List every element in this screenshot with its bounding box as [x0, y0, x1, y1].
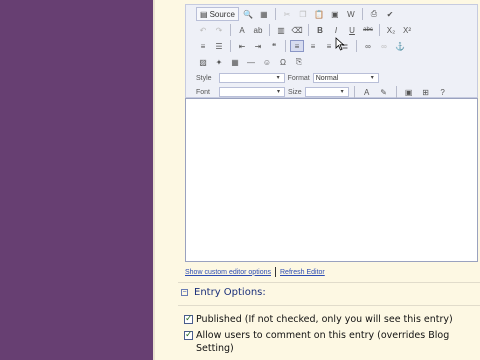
- font-select[interactable]: ▾: [219, 87, 286, 97]
- toolbar-separator: [308, 24, 309, 36]
- size-label: Size: [288, 88, 302, 96]
- underline-button[interactable]: U: [345, 24, 359, 36]
- horizontal-rule-icon[interactable]: ―: [244, 56, 258, 68]
- entry-options-title: Entry Options:: [194, 287, 266, 298]
- toolbar-separator: [361, 8, 363, 20]
- smiley-icon[interactable]: ☺: [260, 56, 274, 68]
- toolbar-row-1: ▤ Source 🔍 ▦ ✂ ❐ 📋 ▣ W ⎙ ✔: [196, 7, 397, 21]
- mouse-cursor-icon: [335, 37, 345, 51]
- chevron-down-icon: ▾: [277, 89, 281, 95]
- editor-text-area[interactable]: [185, 98, 478, 262]
- toolbar-separator: [379, 24, 380, 36]
- published-option: Published (If not checked, only you will…: [184, 313, 476, 326]
- about-icon[interactable]: ?: [436, 86, 450, 98]
- chevron-down-icon: ▾: [276, 75, 280, 81]
- indent-icon[interactable]: ⇥: [251, 40, 265, 52]
- find-icon[interactable]: A: [235, 24, 249, 36]
- link-separator: [275, 267, 276, 277]
- copy-icon[interactable]: ❐: [296, 8, 310, 20]
- subscript-button[interactable]: X₂: [384, 24, 398, 36]
- text-color-icon[interactable]: A: [360, 86, 374, 98]
- toolbar-row-5: Style ▾ Format Normal ▾: [196, 71, 379, 85]
- paste-text-icon[interactable]: ▣: [328, 8, 342, 20]
- show-custom-editor-options-link[interactable]: Show custom editor options: [185, 269, 271, 276]
- comments-checkbox[interactable]: [184, 329, 193, 342]
- maximize-icon[interactable]: ▣: [402, 86, 416, 98]
- published-checkbox[interactable]: [184, 313, 193, 326]
- style-label: Style: [196, 74, 212, 82]
- align-left-icon[interactable]: ≡: [290, 40, 304, 52]
- toolbar-separator: [230, 40, 231, 52]
- special-char-icon[interactable]: Ω: [276, 56, 290, 68]
- anchor-icon[interactable]: ⚓: [393, 40, 407, 52]
- numbered-list-icon[interactable]: ≡: [196, 40, 210, 52]
- background-color-icon[interactable]: ✎: [377, 86, 391, 98]
- flash-icon[interactable]: ✦: [212, 56, 226, 68]
- collapse-icon[interactable]: −: [181, 289, 188, 296]
- align-right-icon[interactable]: ≡: [322, 40, 336, 52]
- strikethrough-button[interactable]: abc: [361, 24, 375, 36]
- print-icon[interactable]: ⎙: [367, 8, 381, 20]
- left-sidebar: [0, 0, 153, 360]
- italic-button[interactable]: I: [329, 24, 343, 36]
- format-value: Normal: [315, 75, 339, 82]
- cut-icon[interactable]: ✂: [280, 8, 294, 20]
- superscript-button[interactable]: X²: [400, 24, 414, 36]
- show-blocks-icon[interactable]: ⊞: [419, 86, 433, 98]
- rich-text-editor: ▤ Source 🔍 ▦ ✂ ❐ 📋 ▣ W ⎙ ✔ ↶ ↷ A ab ▥ ⌫: [185, 4, 478, 262]
- toolbar-separator: [274, 8, 276, 20]
- format-label: Format: [287, 74, 310, 82]
- toolbar-separator: [285, 40, 286, 52]
- section-divider: [178, 282, 480, 283]
- font-label: Font: [196, 88, 211, 96]
- chevron-down-icon: ▾: [370, 75, 374, 81]
- page-break-icon[interactable]: ⎘: [292, 56, 306, 68]
- comments-option: Allow users to comment on this entry (ov…: [184, 329, 476, 355]
- remove-format-icon[interactable]: ⌫: [290, 24, 304, 36]
- align-center-icon[interactable]: ≡: [306, 40, 320, 52]
- paste-icon[interactable]: 📋: [312, 8, 326, 20]
- replace-icon[interactable]: ab: [251, 24, 265, 36]
- format-select[interactable]: Normal ▾: [312, 73, 379, 83]
- source-icon: ▤: [200, 9, 208, 19]
- comments-label: Allow users to comment on this entry (ov…: [196, 330, 450, 354]
- templates-icon[interactable]: ▦: [257, 8, 271, 20]
- toolbar-separator: [269, 24, 270, 36]
- section-divider: [178, 305, 480, 306]
- chevron-down-icon: ▾: [340, 89, 344, 95]
- table-icon[interactable]: ▦: [228, 56, 242, 68]
- entry-options-header[interactable]: − Entry Options:: [181, 287, 266, 298]
- bulleted-list-icon[interactable]: ☰: [212, 40, 226, 52]
- toolbar-row-6: Font ▾ Size ▾ A ✎ ▣ ⊞ ?: [196, 85, 450, 99]
- editor-links: Show custom editor options Refresh Edito…: [185, 267, 325, 277]
- source-label: Source: [209, 9, 235, 19]
- bold-button[interactable]: B: [313, 24, 327, 36]
- published-label: Published (If not checked, only you will…: [196, 314, 453, 325]
- toolbar-separator: [395, 86, 397, 98]
- select-all-icon[interactable]: ▥: [274, 24, 288, 36]
- outdent-icon[interactable]: ⇤: [235, 40, 249, 52]
- style-select[interactable]: ▾: [218, 73, 285, 83]
- preview-icon[interactable]: 🔍: [241, 8, 255, 20]
- size-select[interactable]: ▾: [304, 87, 349, 97]
- toolbar-separator: [353, 86, 355, 98]
- undo-icon[interactable]: ↶: [196, 24, 210, 36]
- redo-icon[interactable]: ↷: [212, 24, 226, 36]
- paste-word-icon[interactable]: W: [344, 8, 358, 20]
- spellcheck-icon[interactable]: ✔: [383, 8, 397, 20]
- image-icon[interactable]: ▨: [196, 56, 210, 68]
- toolbar-separator: [356, 40, 357, 52]
- toolbar-separator: [230, 24, 231, 36]
- toolbar-row-2: ↶ ↷ A ab ▥ ⌫ B I U abc X₂ X²: [196, 23, 414, 37]
- toolbar-row-4: ▨ ✦ ▦ ― ☺ Ω ⎘: [196, 55, 306, 69]
- toolbar-row-3: ≡ ☰ ⇤ ⇥ ❝ ≡ ≡ ≡ ≣ ∞ ∞ ⚓: [196, 39, 407, 53]
- editor-toolbar: ▤ Source 🔍 ▦ ✂ ❐ 📋 ▣ W ⎙ ✔ ↶ ↷ A ab ▥ ⌫: [185, 4, 478, 98]
- link-icon[interactable]: ∞: [361, 40, 375, 52]
- unlink-icon[interactable]: ∞: [377, 40, 391, 52]
- blockquote-icon[interactable]: ❝: [267, 40, 281, 52]
- source-button[interactable]: ▤ Source: [196, 7, 239, 21]
- refresh-editor-link[interactable]: Refresh Editor: [280, 269, 325, 276]
